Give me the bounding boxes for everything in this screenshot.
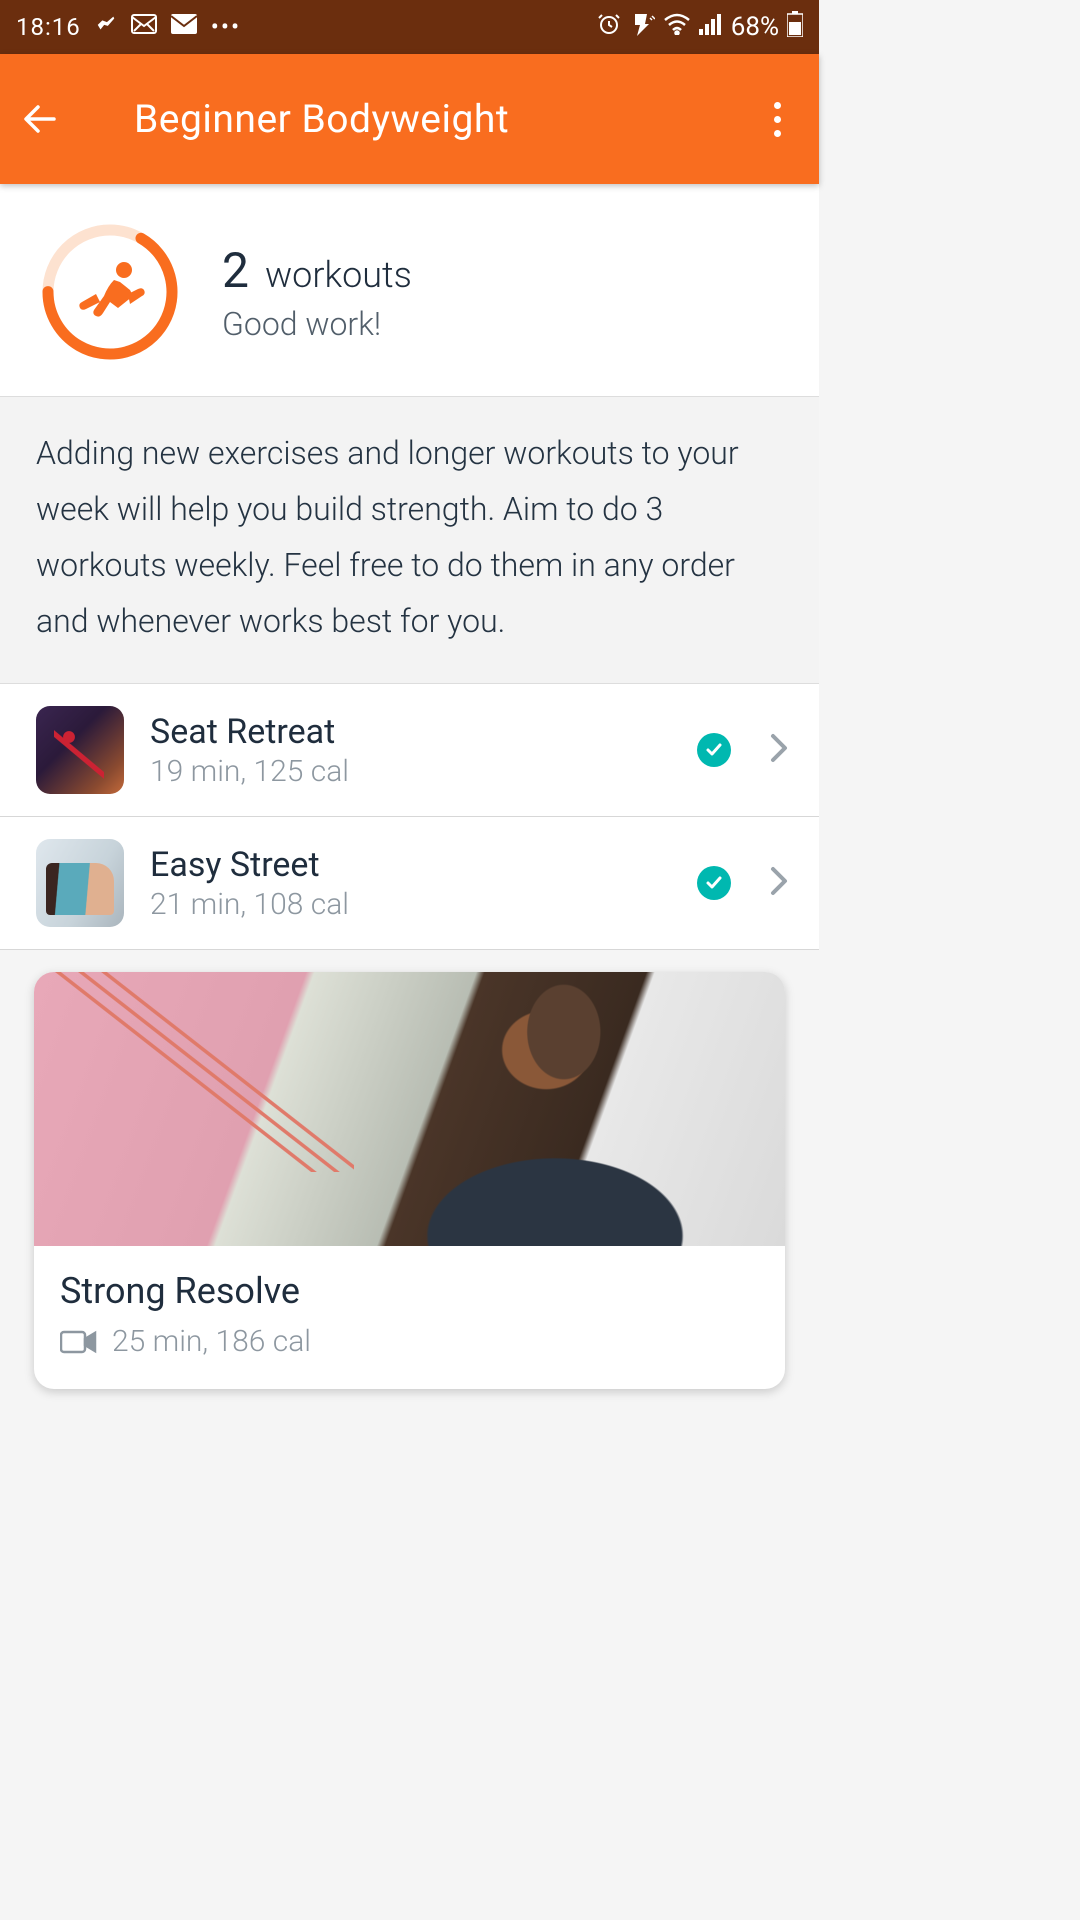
mail-notification-icon bbox=[131, 14, 157, 40]
battery-icon bbox=[787, 11, 803, 43]
more-notifications-icon: ••• bbox=[211, 13, 241, 41]
workout-thumbnail bbox=[36, 706, 124, 794]
featured-image bbox=[34, 972, 785, 1246]
workout-item[interactable]: Seat Retreat 19 min, 125 cal bbox=[0, 684, 819, 817]
mail-icon bbox=[171, 14, 197, 40]
summary-message: Good work! bbox=[222, 305, 412, 343]
workout-count-label: workouts bbox=[265, 254, 412, 296]
workout-name: Easy Street bbox=[150, 845, 671, 885]
signal-icon bbox=[699, 13, 723, 41]
alarm-icon bbox=[597, 12, 621, 42]
progress-ring bbox=[38, 220, 182, 364]
app-bar: Beginner Bodyweight bbox=[0, 54, 819, 184]
status-left: 18:16 ••• bbox=[16, 13, 241, 41]
featured-title: Strong Resolve bbox=[60, 1270, 759, 1312]
page-title: Beginner Bodyweight bbox=[134, 96, 509, 142]
runner-icon bbox=[79, 262, 144, 317]
check-icon bbox=[705, 874, 723, 892]
video-icon bbox=[60, 1329, 98, 1355]
featured-workout-card[interactable]: Strong Resolve 25 min, 186 cal bbox=[34, 972, 785, 1389]
workout-meta: 21 min, 108 cal bbox=[150, 887, 671, 922]
progress-summary: 2 workouts Good work! bbox=[0, 184, 819, 396]
workout-item[interactable]: Easy Street 21 min, 108 cal bbox=[0, 817, 819, 950]
more-menu-button[interactable] bbox=[755, 97, 799, 141]
battery-text: 68% bbox=[731, 12, 779, 42]
chevron-right-icon bbox=[769, 865, 789, 901]
chevron-right-icon bbox=[769, 732, 789, 768]
status-time: 18:16 bbox=[16, 13, 81, 41]
completed-badge bbox=[697, 733, 731, 767]
completed-badge bbox=[697, 866, 731, 900]
featured-meta: 25 min, 186 cal bbox=[112, 1324, 311, 1359]
vibrate-icon bbox=[629, 12, 655, 42]
workout-thumbnail bbox=[36, 839, 124, 927]
back-button[interactable] bbox=[20, 97, 64, 141]
status-right: 68% bbox=[597, 11, 803, 43]
wifi-icon bbox=[663, 13, 691, 41]
workout-count: 2 bbox=[222, 242, 249, 299]
arrow-left-icon bbox=[22, 99, 62, 139]
week-description: Adding new exercises and longer workouts… bbox=[0, 396, 819, 684]
workout-meta: 19 min, 125 cal bbox=[150, 754, 671, 789]
check-icon bbox=[705, 741, 723, 759]
workout-name: Seat Retreat bbox=[150, 712, 671, 752]
more-vertical-icon bbox=[774, 102, 781, 109]
bird-icon bbox=[95, 13, 117, 41]
status-bar: 18:16 ••• 68% bbox=[0, 0, 819, 54]
